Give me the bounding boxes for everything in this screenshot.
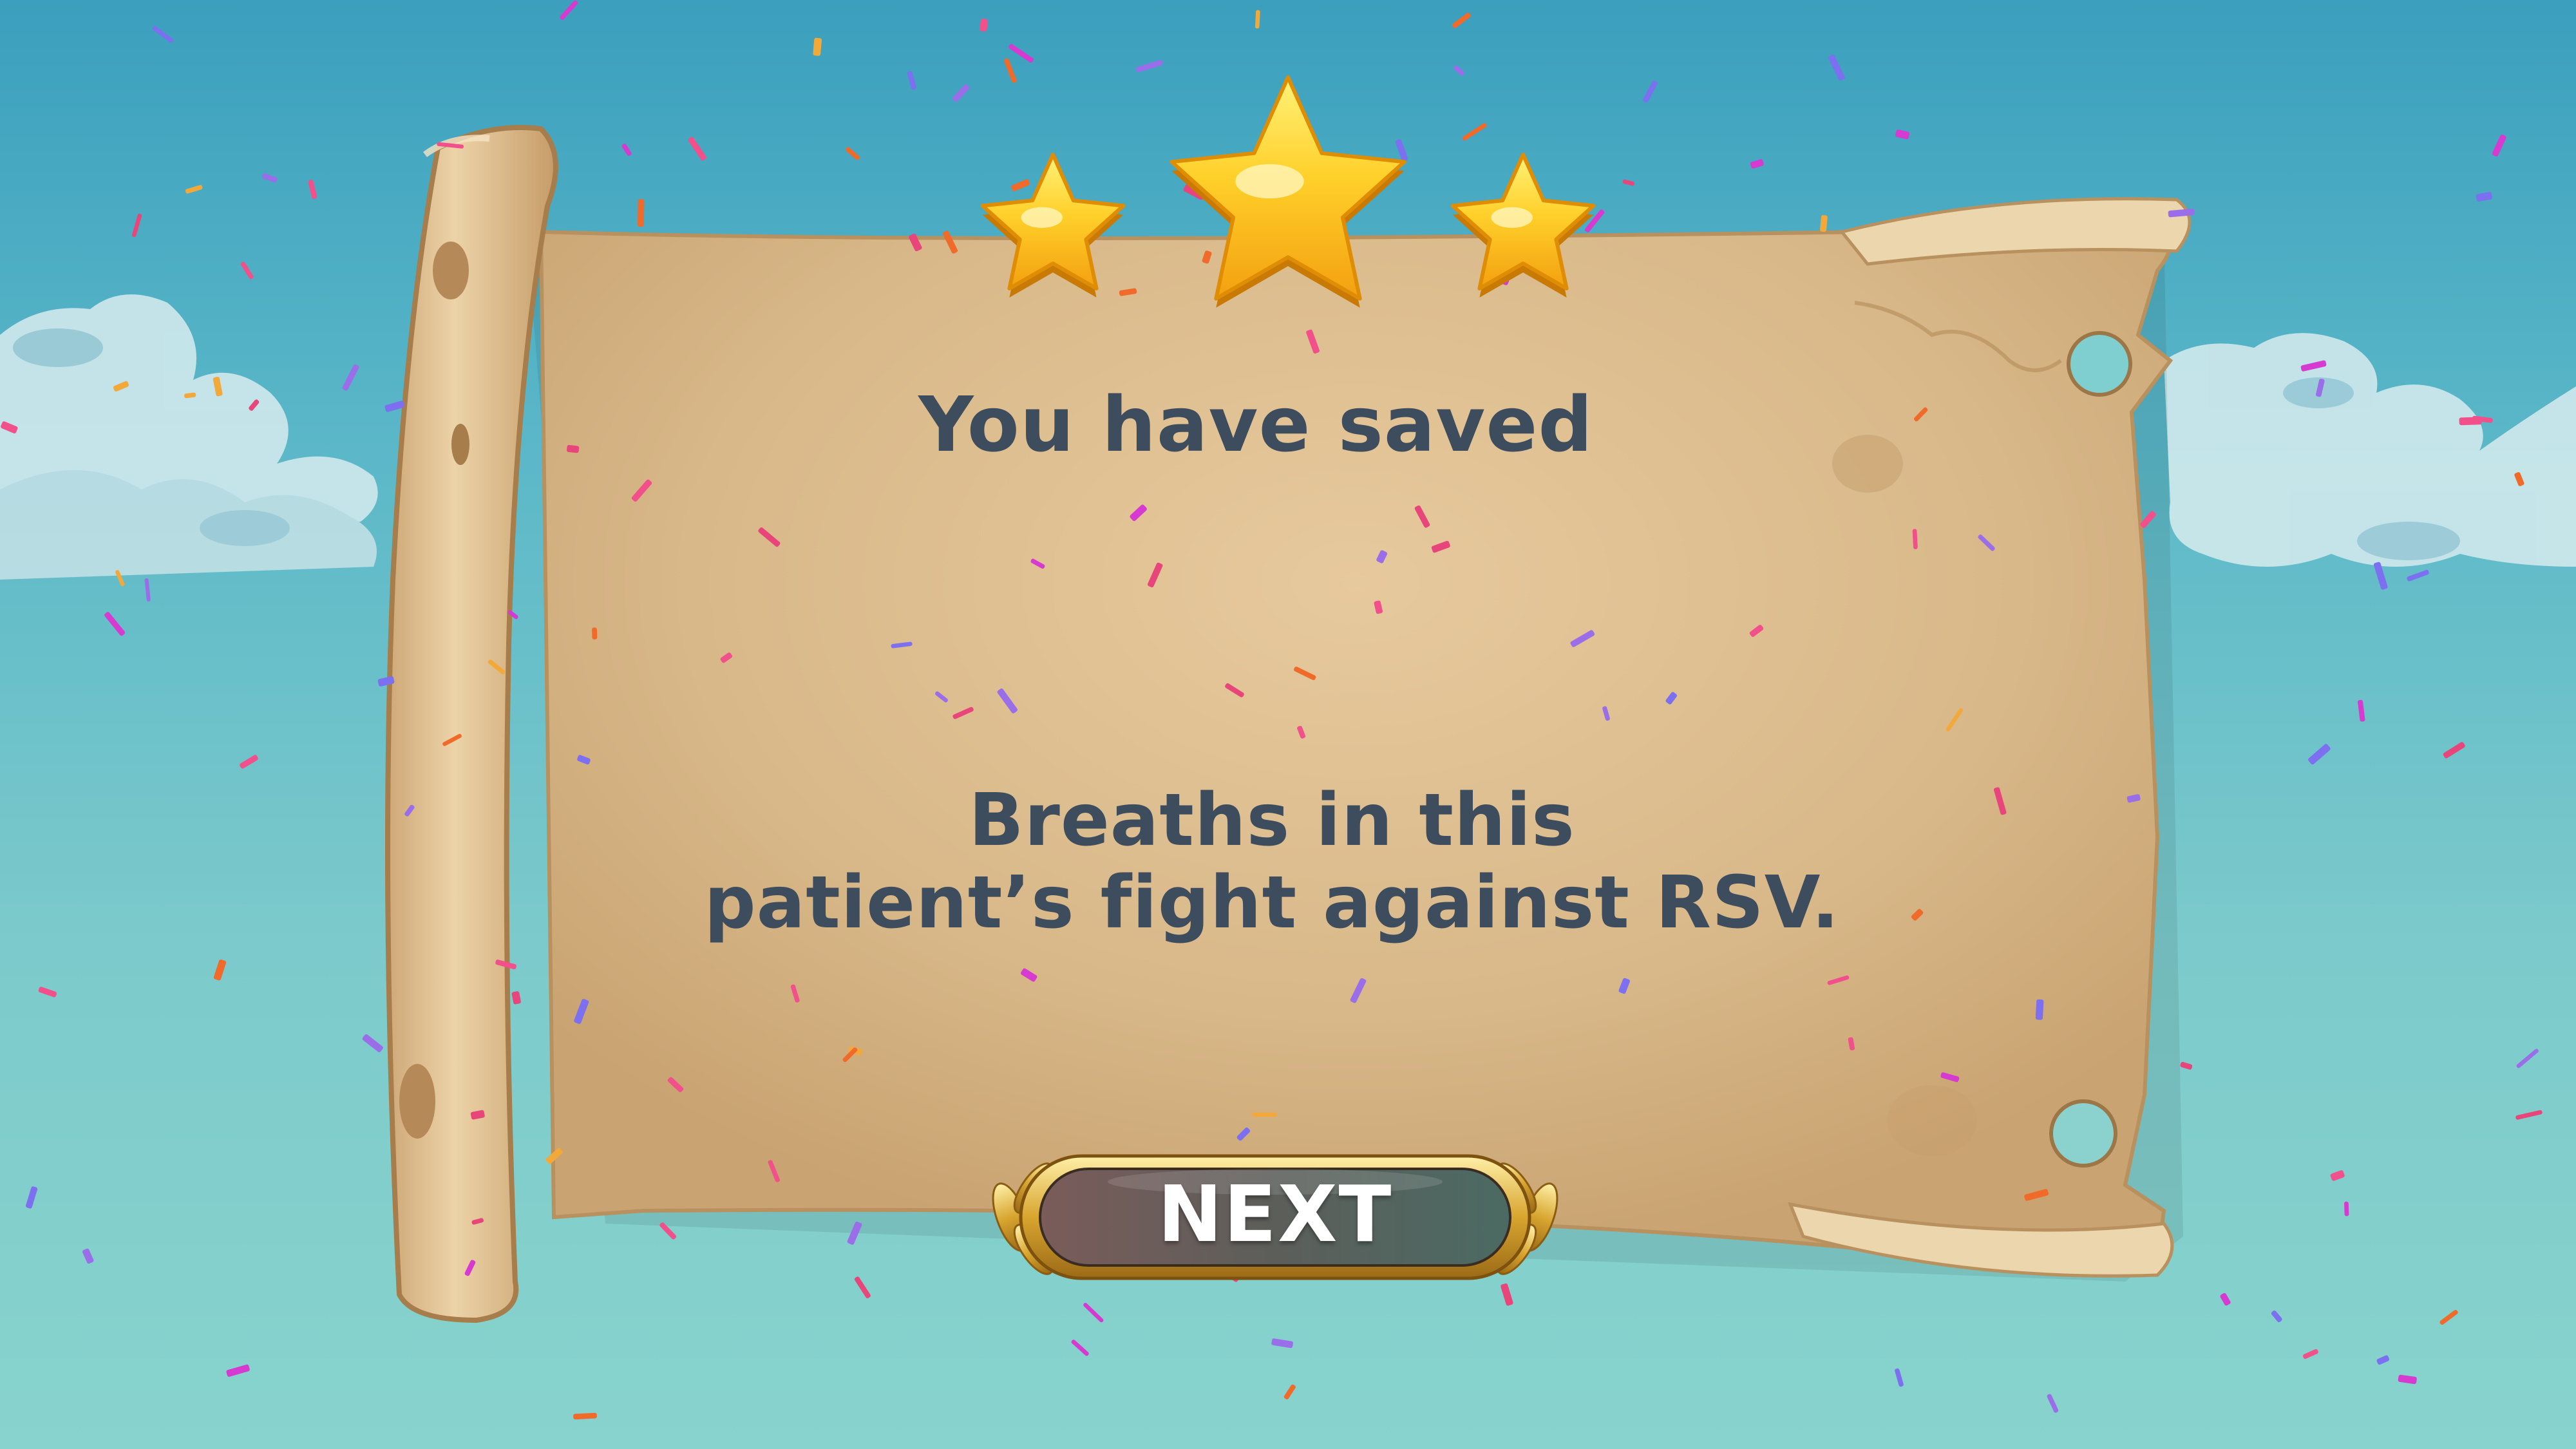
- star-icon-highlight: [1021, 207, 1063, 228]
- game-background: You have saved Breaths in this patient’s…: [0, 0, 2576, 1449]
- next-button[interactable]: NEXT: [982, 1143, 1568, 1291]
- result-message-line-1: Breaths in this: [969, 779, 1575, 862]
- result-title: You have saved: [918, 380, 1593, 469]
- star-icon-highlight: [1235, 164, 1304, 199]
- next-button-label: NEXT: [1157, 1170, 1393, 1260]
- result-message-line-2: patient’s fight against RSV.: [704, 861, 1840, 945]
- star-icon-highlight: [1491, 207, 1533, 228]
- result-message: Breaths in this patient’s fight against …: [644, 779, 1900, 944]
